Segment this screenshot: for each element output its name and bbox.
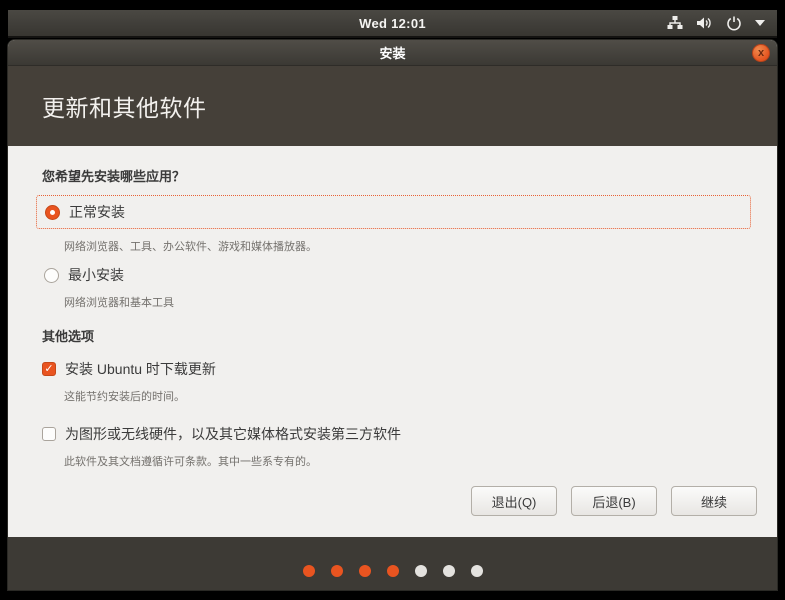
radio-unselected-icon[interactable] [44, 268, 59, 283]
radio-selected-icon[interactable] [45, 205, 60, 220]
power-icon[interactable] [726, 15, 742, 31]
volume-icon[interactable] [696, 15, 713, 31]
checkbox-checked-icon[interactable]: ✓ [42, 362, 56, 376]
progress-dot [443, 565, 455, 577]
progress-footer [8, 537, 777, 590]
progress-dot [387, 565, 399, 577]
option-description: 网络浏览器和基本工具 [64, 294, 751, 310]
radio-option-normal-install[interactable]: 正常安装 [36, 195, 751, 229]
progress-dot [303, 565, 315, 577]
radio-option-minimal-install[interactable]: 最小安装 [42, 265, 751, 285]
radio-label[interactable]: 最小安装 [68, 265, 124, 285]
continue-button[interactable]: 继续 [671, 486, 757, 516]
question-heading: 您希望先安装哪些应用？ [42, 166, 751, 185]
checkbox-label[interactable]: 为图形或无线硬件，以及其它媒体格式安装第三方软件 [65, 424, 401, 444]
progress-dot [415, 565, 427, 577]
close-button[interactable]: x [752, 44, 770, 62]
installer-window: 安装 x 更新和其他软件 您希望先安装哪些应用？ 正常安装 网络浏览器、工具、办… [8, 40, 777, 590]
radio-label[interactable]: 正常安装 [69, 202, 125, 222]
checkbox-description: 这能节约安装后的时间。 [64, 388, 751, 404]
system-bar: Wed 12:01 [8, 10, 777, 38]
content-area: 您希望先安装哪些应用？ 正常安装 网络浏览器、工具、办公软件、游戏和媒体播放器。… [8, 146, 777, 536]
progress-dot [471, 565, 483, 577]
checkbox-download-updates[interactable]: ✓ 安装 Ubuntu 时下载更新 [42, 359, 751, 379]
progress-dot [331, 565, 343, 577]
titlebar: 安装 x [8, 40, 777, 66]
clock[interactable]: Wed 12:01 [359, 16, 426, 31]
back-button[interactable]: 后退(B) [571, 486, 657, 516]
network-icon[interactable] [667, 15, 683, 31]
progress-dot [359, 565, 371, 577]
checkbox-label[interactable]: 安装 Ubuntu 时下载更新 [65, 359, 216, 379]
other-options-heading: 其他选项 [42, 326, 751, 345]
window-title: 安装 [379, 43, 405, 62]
button-row: 退出(Q) 后退(B) 继续 [471, 486, 757, 516]
chevron-down-icon[interactable] [755, 20, 765, 26]
checkbox-unchecked-icon[interactable] [42, 427, 56, 441]
quit-button[interactable]: 退出(Q) [471, 486, 557, 516]
page-header: 更新和其他软件 [8, 66, 777, 146]
option-description: 网络浏览器、工具、办公软件、游戏和媒体播放器。 [64, 238, 751, 254]
system-tray[interactable] [667, 10, 765, 36]
page-title: 更新和其他软件 [42, 89, 207, 123]
checkbox-third-party[interactable]: 为图形或无线硬件，以及其它媒体格式安装第三方软件 [42, 424, 751, 444]
checkbox-description: 此软件及其文档遵循许可条款。其中一些系专有的。 [64, 453, 751, 469]
